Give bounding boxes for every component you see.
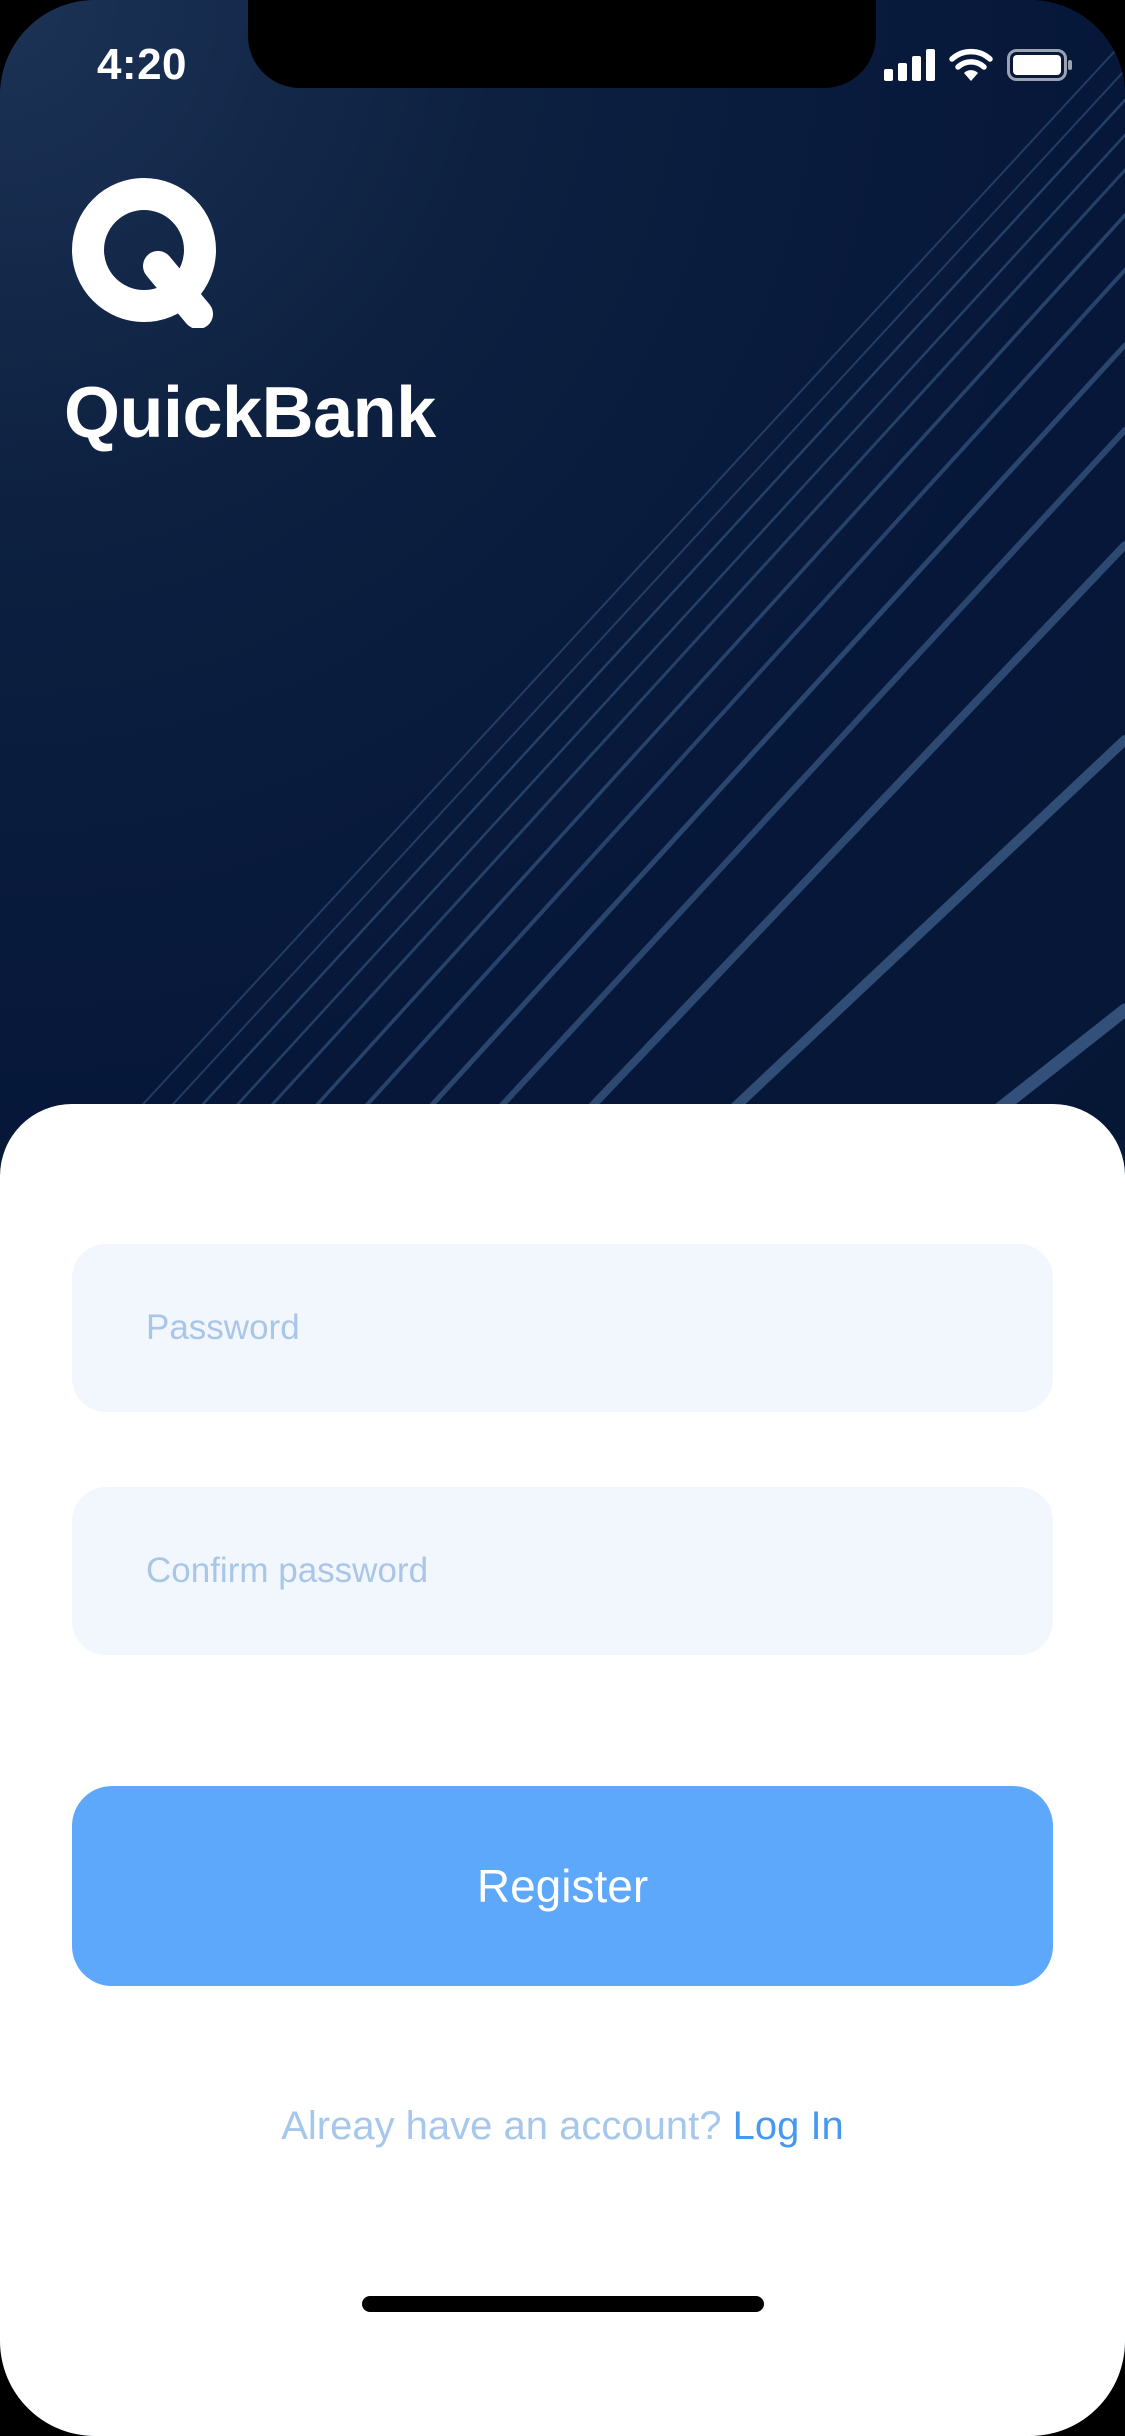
cellular-signal-icon [884,49,935,81]
device-notch [248,0,876,88]
decorative-lines-background [109,39,1125,1140]
phone-screen: 4:20 QuickBank Register Alreay have an a… [0,0,1125,2436]
status-icons [884,48,1073,82]
password-field[interactable] [72,1244,1053,1412]
battery-icon [1007,48,1073,82]
login-link[interactable]: Log In [733,2104,844,2148]
registration-sheet: Register Alreay have an account? Log In [0,1104,1125,2436]
status-time: 4:20 [96,40,188,89]
login-prompt-text: Alreay have an account? [281,2104,733,2148]
home-indicator[interactable] [362,2296,764,2312]
password-input[interactable] [144,1307,1053,1349]
confirm-password-field[interactable] [72,1487,1053,1655]
register-button[interactable]: Register [72,1786,1053,1986]
wifi-icon [949,48,993,82]
hero-header: 4:20 QuickBank [0,0,1125,1140]
brand-name: QuickBank [64,373,436,453]
q-logo-icon [72,178,216,328]
confirm-password-input[interactable] [144,1550,1053,1592]
login-prompt: Alreay have an account? Log In [0,2104,1125,2149]
